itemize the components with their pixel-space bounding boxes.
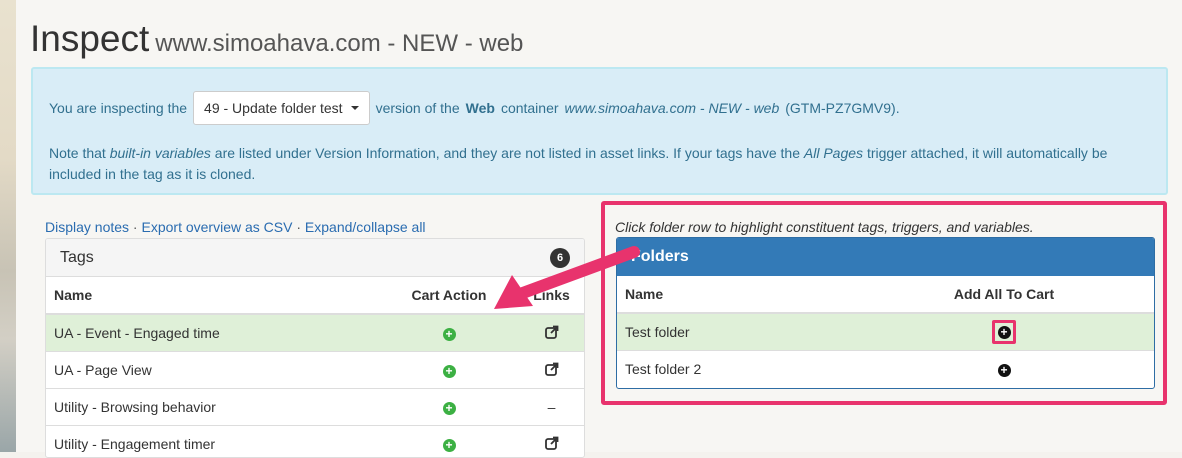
table-row[interactable]: UA - Page View + <box>46 352 584 389</box>
toolbar-links: Display notes · Export overview as CSV ·… <box>45 219 426 235</box>
col-links[interactable]: Links <box>519 277 584 314</box>
no-link-dash: – <box>519 389 584 426</box>
note-text: Note that built-in variables are listed … <box>49 143 1136 185</box>
tags-table: Name Cart Action Links UA - Event - Enga… <box>46 277 584 458</box>
external-link-icon[interactable] <box>545 362 559 376</box>
add-to-cart-icon[interactable]: + <box>443 365 456 378</box>
page-title: Inspectwww.simoahava.com - NEW - web <box>30 18 523 60</box>
table-row[interactable]: Utility - Browsing behavior + – <box>46 389 584 426</box>
tags-count-badge: 6 <box>550 248 570 268</box>
folders-panel-header[interactable]: Folders <box>617 238 1154 276</box>
version-line: You are inspecting the 49 - Update folde… <box>49 91 900 125</box>
col-cart-action[interactable]: Cart Action <box>379 277 519 314</box>
tags-panel: Tags 6 Name Cart Action Links UA - Event… <box>45 238 585 458</box>
table-row[interactable]: Utility - Engagement timer + <box>46 426 584 458</box>
expand-collapse-link[interactable]: Expand/collapse all <box>305 219 426 235</box>
caret-down-icon <box>351 106 359 110</box>
add-to-cart-icon[interactable]: + <box>443 402 456 415</box>
folder-hint: Click folder row to highlight constituen… <box>615 219 1034 235</box>
folders-table: Name Add All To Cart Test folder + Test … <box>617 276 1154 387</box>
folder-row[interactable]: Test folder 2 + <box>617 351 1154 388</box>
folder-row[interactable]: Test folder + <box>617 313 1154 351</box>
folders-title: Folders <box>631 248 689 266</box>
table-row[interactable]: UA - Event - Engaged time + <box>46 314 584 352</box>
add-all-to-cart-icon[interactable]: + <box>998 364 1011 377</box>
tags-title: Tags <box>60 249 94 267</box>
background-strip <box>0 0 16 452</box>
export-csv-link[interactable]: Export overview as CSV <box>142 219 293 235</box>
tags-panel-header[interactable]: Tags 6 <box>46 239 584 277</box>
add-all-to-cart-icon[interactable]: + <box>998 326 1011 339</box>
col-folder-name[interactable]: Name <box>617 276 854 313</box>
col-add-all[interactable]: Add All To Cart <box>854 276 1154 313</box>
external-link-icon[interactable] <box>545 436 559 450</box>
version-select-button[interactable]: 49 - Update folder test <box>193 91 370 125</box>
display-notes-link[interactable]: Display notes <box>45 219 129 235</box>
info-alert: You are inspecting the 49 - Update folde… <box>31 67 1168 195</box>
external-link-icon[interactable] <box>545 325 559 339</box>
add-to-cart-icon[interactable]: + <box>443 439 456 452</box>
col-name[interactable]: Name <box>46 277 379 314</box>
annotation-highlight-square: + <box>992 320 1016 344</box>
page-subtitle: www.simoahava.com - NEW - web <box>155 30 523 57</box>
add-to-cart-icon[interactable]: + <box>443 328 456 341</box>
folders-panel: Folders Name Add All To Cart Test folder… <box>616 237 1155 389</box>
